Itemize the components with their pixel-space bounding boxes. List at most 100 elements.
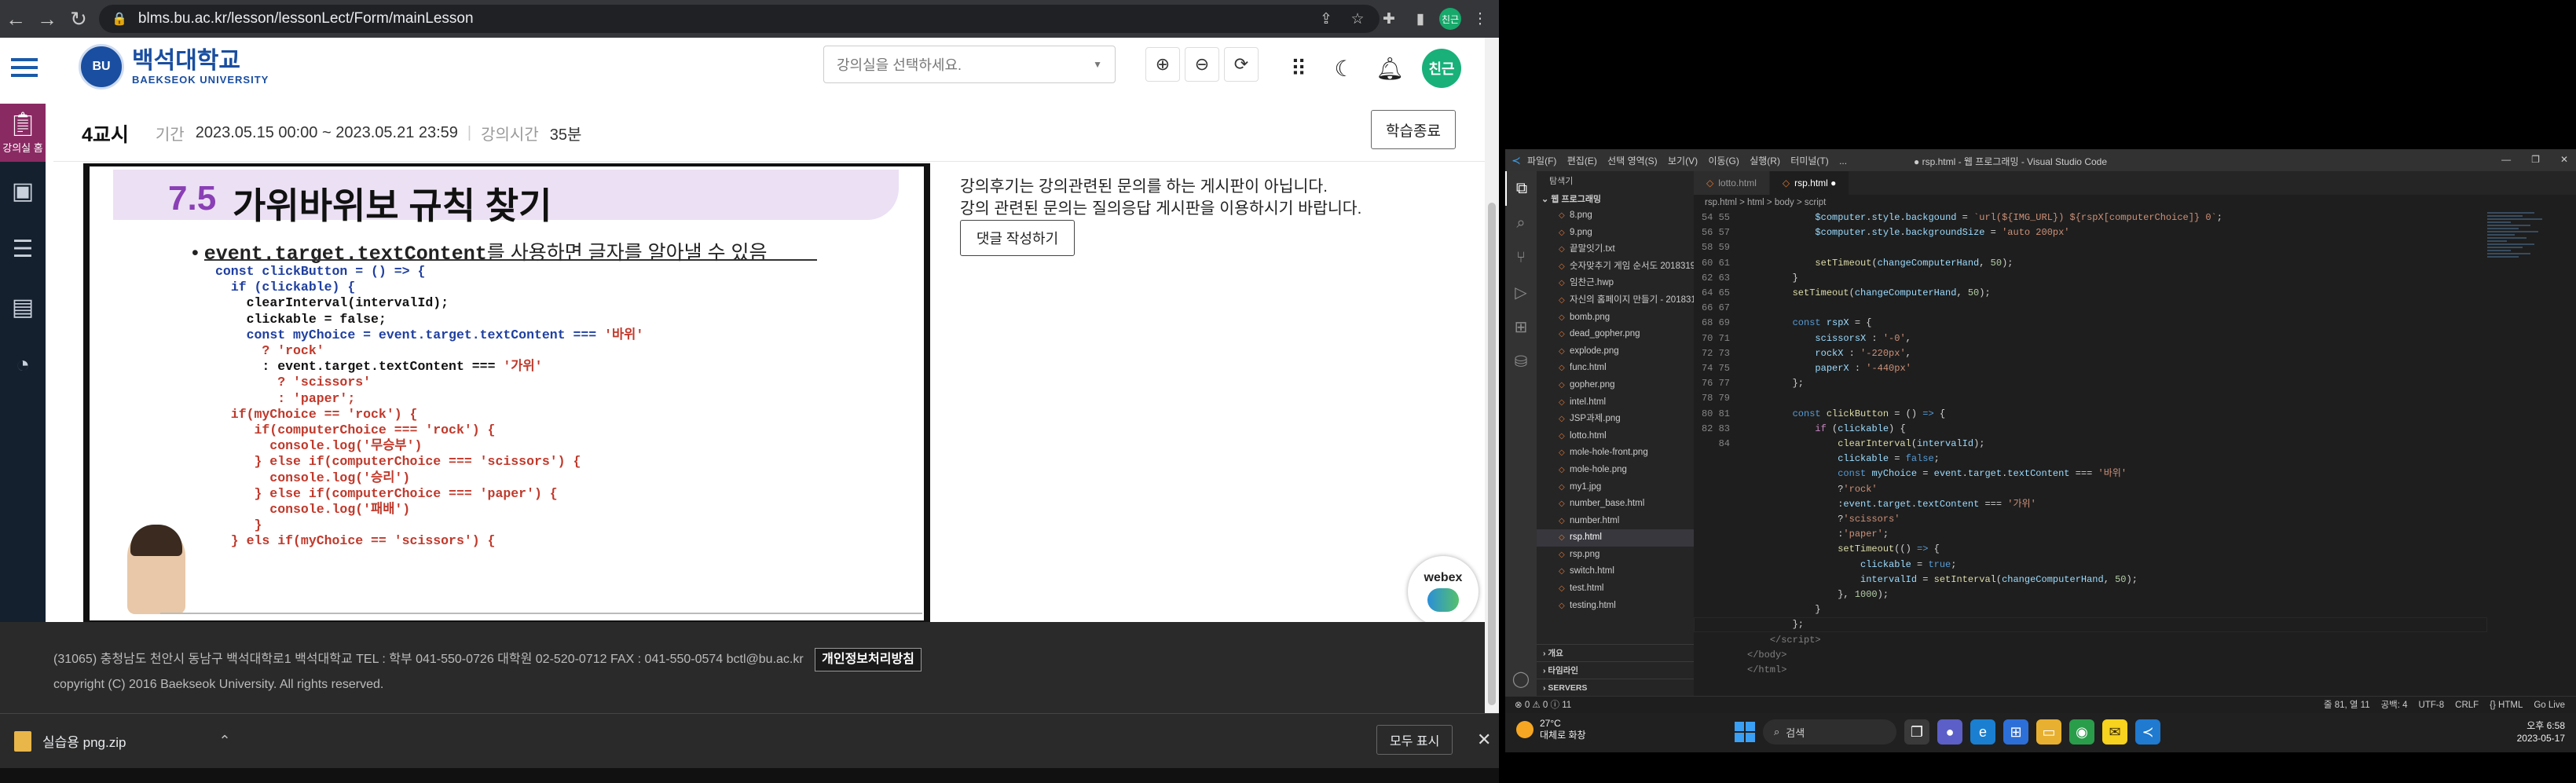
url-input[interactable]: 🔒 blms.bu.ac.kr/lesson/lessonLect/Form/m… [99, 5, 1380, 33]
menu-selection[interactable]: 선택 영역(S) [1607, 156, 1658, 166]
dark-mode-moon-icon[interactable]: ☾ [1331, 53, 1358, 84]
page-scrollbar[interactable] [1485, 38, 1499, 713]
file-tree-item[interactable]: ◇ 8.png [1537, 207, 1694, 225]
breadcrumb[interactable]: rsp.html > html > body > script [1694, 195, 2576, 210]
file-tree-item[interactable]: ◇ rsp.png [1537, 547, 1694, 564]
file-tree-item[interactable]: ◇ number.html [1537, 513, 1694, 530]
language-mode[interactable]: {} HTML [2490, 697, 2523, 714]
menu-edit[interactable]: 편집(E) [1567, 156, 1597, 166]
forward-icon[interactable]: → [31, 3, 63, 35]
menu-run[interactable]: 실행(R) [1750, 156, 1780, 166]
file-tree-item[interactable]: ◇ 9.png [1537, 225, 1694, 242]
chrome-icon[interactable]: ◉ [2069, 719, 2094, 745]
refresh-icon[interactable]: ⟳ [1224, 47, 1259, 82]
line-ending[interactable]: CRLF [2455, 697, 2479, 714]
section-servers[interactable]: › SERVERS [1537, 679, 1694, 696]
minimap[interactable] [2487, 210, 2566, 446]
file-tree-item[interactable]: ◇ dead_gopher.png [1537, 326, 1694, 343]
extensions-icon[interactable]: ✚ [1376, 6, 1402, 31]
kakaotalk-icon[interactable]: ✉ [2102, 719, 2127, 745]
scrollbar-thumb[interactable] [1488, 203, 1496, 705]
maximize-icon[interactable]: ❐ [2531, 154, 2540, 165]
notification-bell-icon[interactable]: 🔔︎ [1376, 53, 1404, 84]
problems-status[interactable]: ⊗ 0 ⚠ 0 ⓘ 11 [1515, 697, 1571, 714]
encoding[interactable]: UTF-8 [2419, 697, 2445, 714]
close-icon[interactable]: ✕ [2560, 154, 2568, 165]
task-view-icon[interactable]: ❐ [1904, 719, 1929, 745]
profile-avatar[interactable]: 친근 [1439, 8, 1461, 30]
sidebar-item-list[interactable]: ☰ [0, 220, 46, 278]
bookmark-star-icon[interactable]: ☆ [1345, 6, 1370, 31]
minimize-icon[interactable]: — [2501, 154, 2511, 165]
cursor-position[interactable]: 줄 81, 열 11 [2324, 697, 2370, 714]
sidebar-item-assignment[interactable]: ▤ [0, 278, 46, 336]
edge-icon[interactable]: e [1970, 719, 1995, 745]
menu-go[interactable]: 이동(G) [1708, 156, 1739, 166]
code-editor[interactable]: 54 55 56 57 58 59 60 61 62 63 64 65 66 6… [1694, 210, 2487, 682]
menu-terminal[interactable]: 터미널(T) [1790, 156, 1828, 166]
kebab-menu-icon[interactable]: ⋮ [1468, 6, 1493, 31]
file-tree-item[interactable]: ◇ switch.html [1537, 563, 1694, 580]
file-tree-item[interactable]: ◇ gopher.png [1537, 377, 1694, 394]
university-logo[interactable]: BU 백석대학교 BAEKSEOK UNIVERSITY [79, 44, 269, 90]
file-tree-item[interactable]: ◇ 끝말잇기.txt [1537, 241, 1694, 258]
file-tree-item[interactable]: ◇ lotto.html [1537, 428, 1694, 445]
file-tree-item[interactable]: ◇ mole-hole.png [1537, 462, 1694, 479]
menu-more[interactable]: ... [1839, 156, 1847, 166]
hamburger-menu-icon[interactable] [0, 38, 49, 97]
sidepanel-icon[interactable]: ▮ [1408, 6, 1433, 31]
download-item[interactable]: 실습용 png.zip ⌃ [14, 730, 231, 752]
file-tree-item[interactable]: ◇ func.html [1537, 360, 1694, 377]
weather-widget[interactable]: 27°C 대체로 화창 [1516, 718, 1586, 741]
file-tree-item[interactable]: ◇ rsp.html [1537, 529, 1694, 547]
taskbar-clock[interactable]: 오후 6:58 2023-05-17 [2517, 719, 2565, 745]
sidebar-item-classroom-home[interactable]: 📋︎ 강의실 홈 [0, 104, 46, 162]
file-tree-item[interactable]: ◇ JSP과제.png [1537, 411, 1694, 428]
taskbar-search[interactable]: ⌕ 검색 [1763, 719, 1896, 745]
tab-rsp-html[interactable]: ◇ rsp.html ● [1769, 171, 1850, 195]
user-avatar[interactable]: 친근 [1422, 49, 1461, 88]
file-tree-item[interactable]: ◇ testing.html [1537, 598, 1694, 615]
store-icon[interactable]: ⊞ [2003, 719, 2028, 745]
sidebar-item-book[interactable]: ▣ [0, 162, 46, 220]
show-all-button[interactable]: 모두 표시 [1376, 725, 1453, 755]
reload-icon[interactable]: ↻ [63, 3, 94, 35]
file-tree-item[interactable]: ◇ intel.html [1537, 394, 1694, 412]
code-text[interactable]: $computer.style.backgound = `url(${IMG_U… [1747, 210, 2222, 678]
zoom-out-icon[interactable]: ⊖ [1185, 47, 1219, 82]
lecture-video[interactable]: 7.5 가위바위보 규칙 찾기 • event.target.textConte… [83, 163, 930, 630]
video-progress-bar[interactable] [160, 613, 922, 614]
project-folder[interactable]: ⌄ 웹 프로그래밍 [1537, 192, 1694, 207]
chevron-up-icon[interactable]: ⌃ [218, 733, 230, 749]
menu-file[interactable]: 파일(F) [1527, 156, 1556, 166]
file-tree-item[interactable]: ◇ number_base.html [1537, 496, 1694, 513]
section-outline[interactable]: › 개요 [1537, 644, 1694, 661]
end-lesson-button[interactable]: 학습종료 [1371, 110, 1456, 149]
zoom-in-icon[interactable]: ⊕ [1145, 47, 1180, 82]
file-tree-item[interactable]: ◇ my1.jpg [1537, 479, 1694, 496]
extensions-icon[interactable]: ⊞ [1505, 309, 1537, 344]
apps-grid-icon[interactable]: ⠿ [1285, 53, 1312, 84]
go-live-button[interactable]: Go Live [2534, 697, 2565, 714]
file-explorer-icon[interactable]: ▭ [2036, 719, 2061, 745]
back-icon[interactable]: ← [0, 3, 31, 35]
classroom-select[interactable]: 강의실을 선택하세요. ▼ [823, 46, 1116, 83]
webex-button[interactable]: webex [1408, 556, 1479, 627]
close-icon[interactable]: ✕ [1477, 730, 1491, 750]
file-tree-item[interactable]: ◇ 임찬근.hwp [1537, 275, 1694, 292]
file-tree-item[interactable]: ◇ explode.png [1537, 343, 1694, 360]
menu-view[interactable]: 보기(V) [1668, 156, 1698, 166]
windows-start-icon[interactable] [1735, 722, 1755, 742]
file-tree-item[interactable]: ◇ bomb.png [1537, 309, 1694, 327]
share-icon[interactable]: ⇪ [1314, 6, 1339, 31]
file-tree-item[interactable]: ◇ mole-hole-front.png [1537, 445, 1694, 462]
database-icon[interactable]: ⛁ [1505, 344, 1537, 379]
section-timeline[interactable]: › 타임라인 [1537, 661, 1694, 679]
write-comment-button[interactable]: 댓글 작성하기 [960, 220, 1075, 256]
chat-icon[interactable]: ● [1937, 719, 1962, 745]
sidebar-item-stats[interactable]: ◔ [0, 336, 46, 394]
search-icon[interactable]: ⌕ [1505, 206, 1537, 240]
file-tree-item[interactable]: ◇ test.html [1537, 580, 1694, 598]
file-tree-item[interactable]: ◇ 숫자맞추기 게임 순서도 20183195임찬... [1537, 258, 1694, 276]
privacy-policy-button[interactable]: 개인정보처리방침 [815, 648, 922, 671]
